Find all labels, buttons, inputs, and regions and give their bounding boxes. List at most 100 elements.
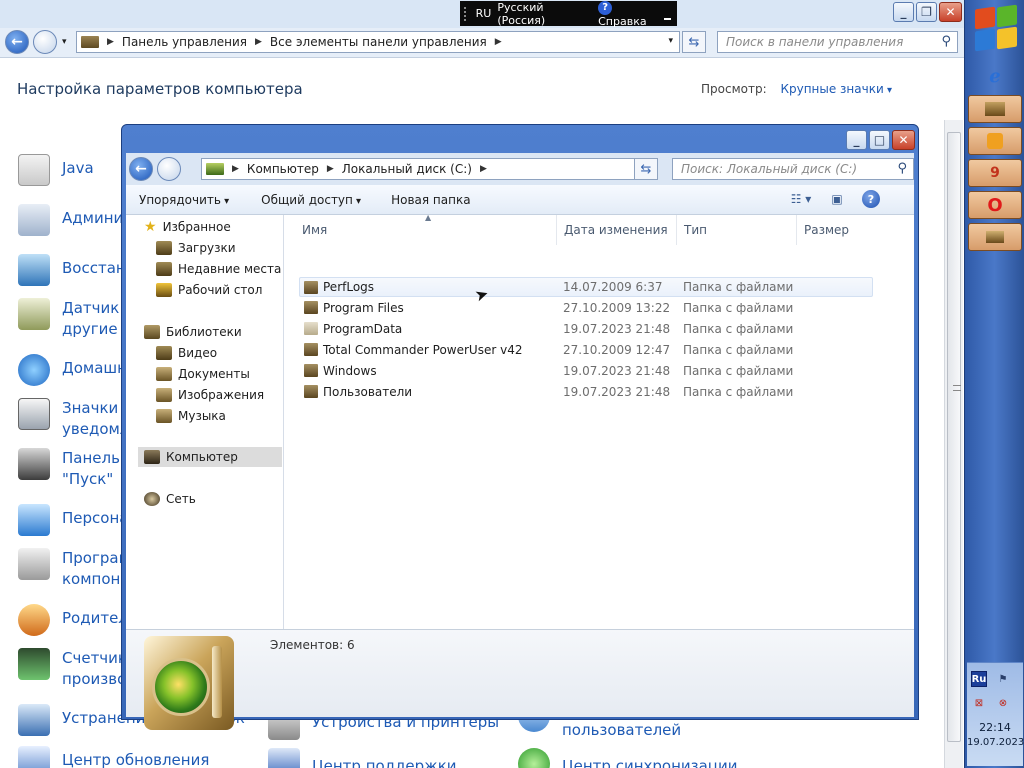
file-type: Папка с файлами (683, 280, 794, 294)
documents-library-icon (156, 367, 172, 381)
file-row[interactable]: Пользователи 19.07.2023 21:48 Папка с фа… (300, 382, 874, 402)
minimize-button[interactable]: _ (893, 2, 914, 22)
cp-item-windows-update[interactable]: Центр обновления (18, 746, 209, 768)
nav-label: Документы (178, 367, 250, 381)
cp-item-homegroup[interactable]: Домашн (18, 354, 127, 386)
langbar-lang-code[interactable]: RU (476, 7, 492, 20)
new-folder-button[interactable]: Новая папка (373, 193, 482, 207)
langbar-minimize-icon[interactable] (663, 8, 671, 20)
scrollbar-thumb[interactable] (947, 132, 961, 742)
nav-downloads[interactable]: Загрузки (156, 238, 236, 258)
nav-favorites[interactable]: ★ Избранное (144, 217, 231, 237)
media-player-icon[interactable] (968, 127, 1022, 155)
nav-computer[interactable]: Компьютер (138, 447, 282, 467)
breadcrumb-all-items[interactable]: Все элементы панели управления (270, 35, 487, 49)
nav-music[interactable]: Музыка (156, 406, 226, 426)
cp-item-java[interactable]: Java (18, 154, 94, 186)
app-nine-icon[interactable]: 9 (968, 159, 1022, 187)
java-icon (18, 154, 50, 186)
cp-item-recovery[interactable]: Восстано (18, 254, 135, 286)
history-dropdown-icon[interactable]: ▾ (62, 37, 67, 47)
column-header-date[interactable]: Дата изменения (557, 215, 677, 245)
preview-pane-icon[interactable]: ▣ (826, 188, 848, 210)
explorer-search-icon[interactable]: ⚲ (897, 161, 907, 176)
cp-item-taskbar[interactable]: Панель з "Пуск" (18, 448, 133, 490)
control-panel-address-bar[interactable]: ▶ Панель управления ▶ Все элементы панел… (76, 31, 680, 53)
cp-item-performance[interactable]: Счетчик произво (18, 648, 127, 690)
cp-item-parental[interactable]: Родител (18, 604, 128, 636)
explorer-address-bar[interactable]: ▶ Компьютер ▶ Локальный диск (C:) ▶ ▾ (201, 158, 657, 180)
explorer-maximize-button[interactable]: □ (869, 130, 890, 150)
breadcrumb-local-disk[interactable]: Локальный диск (C:) (342, 162, 472, 176)
address-dropdown-icon[interactable]: ▾ (668, 36, 673, 46)
sync-center-icon (518, 748, 550, 768)
nav-label: Рабочий стол (178, 283, 263, 297)
cp-item-label: Персона (62, 509, 129, 527)
close-button[interactable]: ✕ (939, 2, 962, 22)
search-icon[interactable]: ⚲ (941, 34, 951, 49)
column-header-size[interactable]: Размер (797, 215, 907, 245)
internet-explorer-icon[interactable]: ℯ (968, 62, 1022, 90)
control-panel-search-input[interactable]: Поиск в панели управления ⚲ (717, 31, 958, 53)
explorer-minimize-button[interactable]: _ (846, 130, 867, 150)
forward-button[interactable] (33, 30, 57, 54)
control-panel-scrollbar[interactable] (944, 120, 963, 768)
nav-recent-places[interactable]: Недавние места (156, 259, 281, 279)
file-row[interactable]: ProgramData 19.07.2023 21:48 Папка с фай… (300, 319, 874, 339)
langbar-grip[interactable] (464, 6, 470, 21)
opera-icon[interactable]: O (968, 191, 1022, 219)
volume-muted-icon[interactable]: ⊗ (995, 695, 1011, 711)
nav-network[interactable]: Сеть (144, 489, 196, 509)
file-row[interactable]: PerfLogs 14.07.2009 6:37 Папка с файлами (299, 277, 873, 297)
language-bar[interactable]: RU Русский (Россия) ?Справка (460, 0, 677, 28)
cp-item-admin[interactable]: Админи (18, 204, 123, 236)
explorer-taskbar-icon[interactable] (968, 95, 1022, 123)
explorer-close-button[interactable]: ✕ (892, 130, 915, 150)
langbar-lang-name[interactable]: Русский (Россия) (497, 1, 586, 27)
cp-item-sensor[interactable]: Датчик р другие д (18, 298, 134, 340)
explorer-search-input[interactable]: Поиск: Локальный диск (C:) ⚲ (672, 158, 914, 180)
language-indicator[interactable]: Ru (971, 671, 987, 687)
organize-button[interactable]: Упорядочить (126, 193, 241, 207)
nav-label: Сеть (166, 492, 196, 506)
share-button[interactable]: Общий доступ (241, 193, 373, 207)
music-library-icon (156, 409, 172, 423)
control-panel-search-placeholder: Поиск в панели управления (726, 35, 904, 49)
nav-libraries[interactable]: Библиотеки (144, 322, 242, 342)
cp-item-sync-center[interactable]: Центр синхронизации (518, 748, 738, 768)
cp-item-action-center[interactable]: Центр поддержки (268, 748, 457, 768)
column-header-name[interactable]: ▲ Имя (285, 213, 557, 245)
explorer-forward-button[interactable] (157, 157, 181, 181)
cp-item-programs[interactable]: Програм компоне (18, 548, 130, 590)
explorer-back-button[interactable]: ← (129, 157, 153, 181)
file-row[interactable]: Total Commander PowerUser v42 27.10.2009… (300, 340, 874, 360)
network-status-icon[interactable]: ⊠ (971, 695, 987, 711)
column-header-type[interactable]: Тип (677, 215, 797, 245)
view-options-icon[interactable]: ☷ ▾ (790, 188, 812, 210)
file-row[interactable]: Program Files 27.10.2009 13:22 Папка с ф… (300, 298, 874, 318)
explorer-refresh-button[interactable]: ⇆ (634, 158, 658, 180)
maximize-button[interactable]: ❐ (916, 2, 937, 22)
file-row[interactable]: Windows 19.07.2023 21:48 Папка с файлами (300, 361, 874, 381)
nav-documents[interactable]: Документы (156, 364, 250, 384)
control-panel-taskbar-icon[interactable] (968, 223, 1022, 251)
breadcrumb-computer[interactable]: Компьютер (247, 162, 319, 176)
clock-date[interactable]: 19.07.2023 (967, 737, 1024, 748)
nav-desktop[interactable]: Рабочий стол (156, 280, 262, 300)
nav-video[interactable]: Видео (156, 343, 217, 363)
breadcrumb-control-panel[interactable]: Панель управления (122, 35, 247, 49)
cp-item-personalization[interactable]: Персона (18, 504, 128, 536)
start-button[interactable] (969, 2, 1021, 56)
clock-time[interactable]: 22:14 (967, 721, 1023, 734)
refresh-button[interactable]: ⇆ (682, 31, 706, 53)
view-value[interactable]: Крупные значки (780, 82, 892, 96)
view-selector[interactable]: Просмотр: Крупные значки (701, 82, 892, 96)
folder-icon (304, 385, 318, 398)
flag-icon[interactable]: ⚑ (995, 671, 1011, 687)
back-button[interactable]: ← (5, 30, 29, 54)
help-icon[interactable]: ? (862, 190, 880, 208)
langbar-help[interactable]: ?Справка (598, 0, 658, 28)
nav-images[interactable]: Изображения (156, 385, 264, 405)
cp-item-notification-icons[interactable]: Значки о уведомл (18, 398, 132, 440)
explorer-navbar: ← ▶ Компьютер ▶ Локальный диск (C:) ▶ ▾ … (126, 153, 914, 185)
